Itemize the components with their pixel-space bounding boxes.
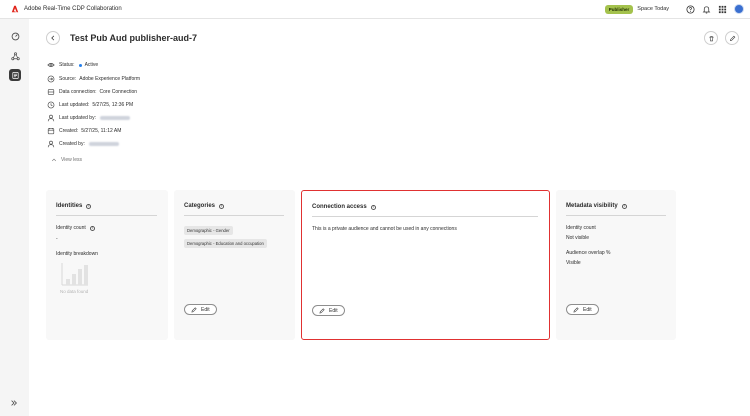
meta-label: Source: [59, 76, 77, 82]
calendar-icon [47, 127, 55, 135]
connection-access-card[interactable]: Connection access i This is a private au… [301, 190, 550, 340]
meta-value: Active [84, 62, 99, 68]
card-divider [184, 215, 284, 216]
view-less-toggle[interactable]: View less [51, 157, 82, 163]
categories-edit-button[interactable]: Edit [184, 304, 217, 315]
info-icon[interactable]: i [621, 203, 627, 209]
user-icon [47, 140, 55, 148]
categories-title: Categories [184, 203, 216, 209]
identities-title: Identities [56, 203, 83, 209]
connection-access-title: Connection access [312, 204, 367, 210]
visibility-icon [47, 61, 55, 69]
card-divider [56, 215, 157, 216]
identity-count-label: Identity count i [56, 225, 95, 231]
meta-source: Source: Adobe Experience Platform [47, 75, 140, 83]
identities-card: Identities i Identity count i - Identity… [46, 190, 168, 340]
card-divider [566, 215, 666, 216]
overview-icon[interactable] [9, 30, 21, 42]
meta-value: 5/27/25, 11:12 AM [81, 128, 122, 134]
audience-overlap-label: Audience overlap % [566, 250, 611, 256]
redacted-name [99, 116, 130, 120]
connections-icon[interactable] [9, 50, 21, 62]
card-title: Categories i [184, 203, 225, 209]
page-title: Test Pub Aud publisher-aud-7 [70, 33, 198, 43]
categories-card: Categories i Demographic - Gender Demogr… [174, 190, 295, 340]
user-avatar[interactable] [734, 4, 744, 14]
identity-count-text: Identity count [56, 225, 86, 231]
space-switcher[interactable]: Space Today [637, 6, 669, 12]
app-title: Adobe Real-Time CDP Collaboration [24, 6, 122, 12]
meta-label: Data connection: [59, 89, 97, 95]
help-icon[interactable] [685, 4, 695, 14]
clock-icon [47, 101, 55, 109]
database-icon [47, 88, 55, 96]
category-tag: Demographic - Education and occupation [184, 239, 267, 248]
info-icon[interactable]: i [219, 203, 225, 209]
identity-count-value: Not visible [566, 235, 590, 241]
card-title: Identities i [56, 203, 92, 209]
role-badge: Publisher [604, 4, 634, 14]
meta-data-connection: Data connection: Core Connection [47, 88, 137, 96]
delete-button[interactable] [704, 31, 718, 45]
meta-label: Created by: [59, 141, 85, 147]
source-icon [47, 75, 55, 83]
empty-chart-icon [60, 261, 90, 287]
connection-edit-button[interactable]: Edit [312, 305, 345, 316]
edit-label: Edit [329, 307, 338, 314]
meta-value: Core Connection [99, 89, 138, 95]
metadata-visibility-card: Metadata visibility i Identity count Not… [556, 190, 676, 340]
meta-label: Created: [59, 128, 79, 134]
adobe-logo-icon[interactable] [11, 5, 19, 13]
back-button[interactable] [46, 31, 60, 45]
expand-rail-icon[interactable] [9, 398, 19, 408]
left-rail [0, 19, 29, 416]
edit-label: Edit [583, 306, 592, 313]
meta-created: Created: 5/27/25, 11:12 AM [47, 127, 121, 135]
redacted-name [88, 142, 119, 146]
view-less-label: View less [61, 157, 83, 163]
metadata-edit-button[interactable]: Edit [566, 304, 599, 315]
meta-label: Last updated: [59, 102, 90, 108]
category-tag: Demographic - Gender [184, 226, 233, 235]
audiences-icon[interactable] [9, 69, 21, 81]
meta-last-updated: Last updated: 5/27/25, 12:36 PM [47, 101, 133, 109]
audience-overlap-value: Visible [566, 260, 581, 266]
app-grid-icon[interactable] [717, 4, 727, 14]
status-dot [78, 63, 82, 67]
card-divider [312, 216, 538, 217]
edit-label: Edit [201, 306, 210, 313]
meta-value: 5/27/25, 12:36 PM [92, 102, 134, 108]
metadata-visibility-title: Metadata visibility [566, 203, 618, 209]
notifications-icon[interactable] [701, 4, 711, 14]
main-content: Test Pub Aud publisher-aud-7 Status: Act… [29, 19, 750, 416]
info-icon[interactable]: i [89, 225, 95, 231]
info-icon[interactable]: i [86, 203, 92, 209]
empty-state-label: No data found [60, 289, 89, 294]
user-icon [47, 114, 55, 122]
meta-label: Status: [59, 62, 75, 68]
meta-value: Adobe Experience Platform [79, 76, 141, 82]
meta-last-updated-by: Last updated by: [47, 114, 130, 122]
meta-created-by: Created by: [47, 140, 119, 148]
connection-access-text: This is a private audience and cannot be… [312, 226, 457, 232]
top-bar: Adobe Real-Time CDP Collaboration Publis… [0, 0, 750, 19]
meta-status: Status: Active [47, 61, 98, 69]
identity-count-label: Identity count [566, 225, 596, 231]
identity-breakdown-label: Identity breakdown [56, 251, 98, 257]
info-icon[interactable]: i [370, 204, 376, 210]
edit-audience-button[interactable] [725, 31, 739, 45]
card-title: Metadata visibility i [566, 203, 627, 209]
meta-label: Last updated by: [59, 115, 96, 121]
card-title: Connection access i [312, 204, 376, 210]
identity-count-value: - [56, 236, 58, 242]
